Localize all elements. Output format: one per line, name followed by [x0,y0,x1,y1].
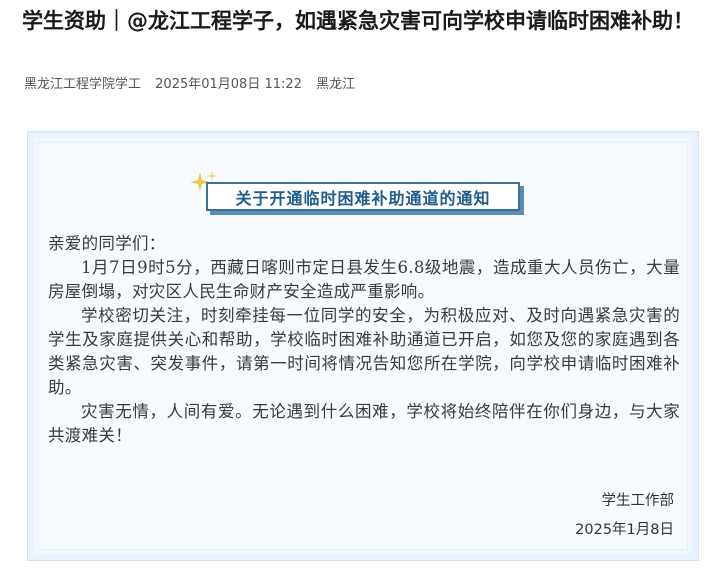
article-meta: 黑龙江工程学院学工 2025年01月08日 11:22 黑龙江 [24,73,365,92]
notice-paragraph: 灾害无情，人间有爱。无论遇到什么困难，学校将始终陪伴在你们身边，与大家共渡难关！ [48,402,680,445]
notice-heading-frame: 关于开通临时困难补助通道的通知 [206,182,528,215]
notice-signature: 学生工作部 2025年1月8日 [575,487,674,545]
notice-card: 关于开通临时困难补助通道的通知 亲爱的同学们： 1月7日9时5分，西藏日喀则市定… [27,131,699,561]
notice-greeting: 亲爱的同学们： [48,234,166,253]
signature-department: 学生工作部 [601,493,675,509]
notice-paragraph: 学校密切关注，时刻牵挂每一位同学的安全，为积极应对、及时向遇紧急灾害的学生及家庭… [48,306,680,397]
author-link[interactable]: 黑龙江工程学院学工 [24,77,141,92]
article-title: 学生资助｜@龙江工程学子，如遇紧急灾害可向学校申请临时困难补助！ [22,9,694,33]
signature-date: 2025年1月8日 [575,522,674,538]
notice-heading: 关于开通临时困难补助通道的通知 [206,182,520,211]
notice-body: 亲爱的同学们： 1月7日9时5分，西藏日喀则市定日县发生6.8级地震，造成重大人… [48,232,680,448]
notice-paragraph: 1月7日9时5分，西藏日喀则市定日县发生6.8级地震，造成重大人员伤亡，大量房屋… [48,258,680,301]
publish-datetime: 2025年01月08日 11:22 [155,77,302,92]
publish-location: 黑龙江 [316,77,356,92]
